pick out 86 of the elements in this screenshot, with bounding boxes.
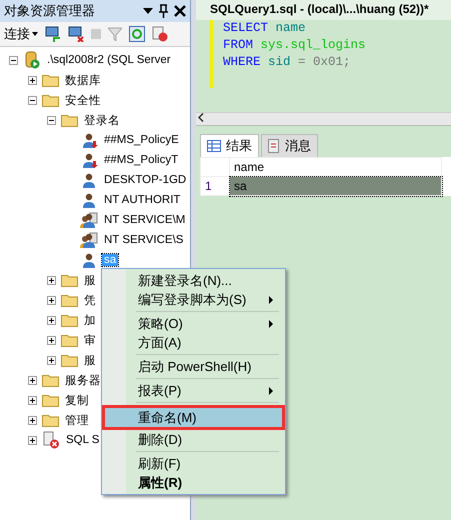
dropdown-icon[interactable]	[143, 8, 153, 14]
connect-button[interactable]: 连接	[4, 25, 38, 43]
caret-icon	[32, 32, 38, 36]
folder-icon	[61, 313, 78, 327]
expand-icon[interactable]	[47, 356, 56, 364]
grid-icon	[207, 140, 221, 152]
expand-icon[interactable]	[47, 336, 56, 344]
horizontal-scrollbar[interactable]	[196, 112, 451, 126]
expand-icon[interactable]	[47, 296, 56, 304]
close-icon[interactable]	[174, 5, 186, 17]
menu-item[interactable]: 删除(D)	[104, 430, 283, 449]
menu-item[interactable]: 编写登录脚本为(S)	[104, 290, 283, 309]
tree-item[interactable]: 数据库	[63, 72, 103, 88]
expand-icon[interactable]	[28, 396, 37, 404]
tree-item[interactable]: 凭	[82, 292, 98, 308]
tree-item[interactable]: 复制	[63, 392, 91, 408]
menu-item[interactable]: 启动 PowerShell(H)	[104, 357, 283, 376]
folder-icon	[61, 273, 78, 287]
script-cancel-icon[interactable]	[152, 26, 168, 42]
code-line: FROM sys.sql_logins	[223, 37, 366, 54]
menu-item[interactable]: 策略(O)	[104, 314, 283, 333]
expand-icon[interactable]	[28, 436, 37, 444]
expand-icon[interactable]	[28, 76, 37, 84]
tree-item[interactable]: ##MS_PolicyT	[102, 154, 180, 166]
collapse-icon[interactable]	[28, 96, 37, 104]
tree-item[interactable]: 加	[82, 312, 98, 328]
results-tab[interactable]: 消息	[261, 134, 318, 157]
folder-icon	[42, 73, 59, 87]
document-icon	[268, 139, 280, 153]
submenu-arrow-icon	[269, 320, 273, 328]
tree-item[interactable]: DESKTOP-1GD	[102, 174, 188, 186]
connect-server-icon[interactable]	[45, 26, 61, 42]
tree-item[interactable]: 安全性	[63, 92, 103, 108]
menu-item[interactable]: 属性(R)	[104, 473, 283, 492]
collapse-icon[interactable]	[47, 116, 56, 124]
table-cell[interactable]: sa	[230, 176, 442, 196]
submenu-arrow-icon	[269, 296, 273, 304]
tree-item[interactable]: NT SERVICE\M	[102, 214, 188, 226]
tree-item[interactable]: NT SERVICE\S	[102, 234, 186, 246]
query-tab-title[interactable]: SQLQuery1.sql - (local)\...\huang (52))*	[196, 0, 451, 20]
menu-item[interactable]: 刷新(F)	[104, 454, 283, 473]
users-icon	[80, 232, 98, 248]
tree-item[interactable]: 服	[82, 352, 98, 368]
expand-icon[interactable]	[28, 376, 37, 384]
folder-icon	[61, 333, 78, 347]
expand-icon[interactable]	[47, 276, 56, 284]
folder-icon	[61, 353, 78, 367]
refresh-icon[interactable]	[129, 26, 145, 42]
user-icon	[80, 192, 98, 208]
database-server-icon	[23, 51, 41, 69]
menu-item[interactable]: 报表(P)	[104, 381, 283, 400]
expand-icon[interactable]	[47, 316, 56, 324]
folder-icon	[61, 113, 78, 127]
disconnect-server-icon[interactable]	[68, 26, 84, 42]
folder-icon	[42, 373, 59, 387]
submenu-arrow-icon	[269, 386, 273, 394]
tree-item[interactable]: 登录名	[82, 112, 122, 128]
folder-icon	[42, 93, 59, 107]
users-icon	[80, 212, 98, 228]
user-icon	[80, 172, 98, 188]
scroll-left-icon[interactable]	[198, 113, 204, 122]
pin-icon[interactable]	[159, 4, 168, 18]
folder-icon	[42, 413, 59, 427]
tree-item[interactable]: ##MS_PolicyE	[102, 134, 181, 146]
results-tab[interactable]: 结果	[200, 134, 259, 157]
folder-icon	[42, 393, 59, 407]
menu-item[interactable]: 新建登录名(N)...	[104, 271, 283, 290]
user-arrow-icon	[80, 132, 98, 148]
code-line: SELECT name	[223, 20, 307, 37]
tree-item[interactable]: .\sql2008r2 (SQL Server	[45, 54, 173, 66]
tree-item[interactable]: 管理	[63, 412, 91, 428]
menu-item[interactable]: 方面(A)	[104, 333, 283, 352]
user-arrow-icon	[80, 152, 98, 168]
panel-title: 对象资源管理器	[4, 2, 96, 20]
agent-icon	[42, 431, 60, 449]
tree-item[interactable]: 服务器	[63, 372, 103, 388]
menu-item[interactable]: 重命名(M)	[102, 405, 285, 430]
tree-item[interactable]: 服	[82, 272, 98, 288]
expand-icon[interactable]	[28, 416, 37, 424]
tree-item[interactable]: NT AUTHORIT	[102, 194, 182, 206]
tree-item[interactable]: 审	[82, 332, 98, 348]
collapse-icon[interactable]	[9, 56, 18, 64]
tree-item[interactable]: SQL S	[64, 434, 102, 446]
user-icon	[80, 252, 98, 268]
code-line: WHERE sid = 0x01;	[223, 54, 352, 71]
folder-icon	[61, 293, 78, 307]
